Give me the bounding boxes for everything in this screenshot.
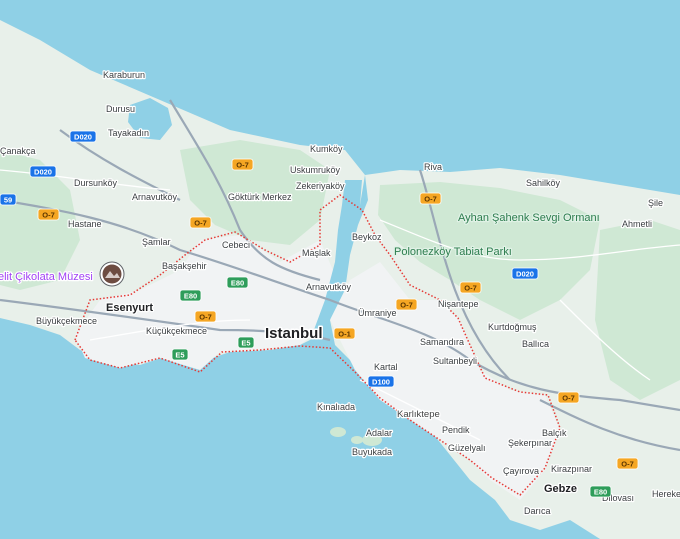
place-label[interactable]: Büyükçekmece [35,315,99,328]
road-shield-label: E80 [184,291,197,300]
place-label[interactable]: Arnavutköy [131,191,179,204]
road-shield-label: D020 [74,132,92,141]
road-shield: O-7 [459,281,482,294]
place-label[interactable]: Küçükçekmece [145,325,209,338]
road-shield: D020 [69,130,97,143]
road-shield-label: O-7 [199,312,212,321]
road-shield: D100 [367,375,395,388]
place-label[interactable]: Şekerpınar [507,437,554,450]
road-shield: O-1 [333,327,356,340]
place-label[interactable]: Kumköy [309,143,345,156]
museum-photo-marker[interactable] [99,261,125,287]
place-label[interactable]: Başakşehir [161,260,208,273]
road-shield: O-7 [557,391,580,404]
park-label-sevgi-ormani[interactable]: Ayhan Şahenk Sevgi Ormanı [457,211,601,226]
place-label[interactable]: Beykoz [351,231,384,244]
road-shield: D020 [29,165,57,178]
place-label[interactable]: Pendik [441,424,472,437]
road-shield: O-7 [395,298,418,311]
place-label[interactable]: Şamlar [141,236,172,249]
place-label[interactable]: Adalar [365,427,394,440]
road-shield: O-7 [616,457,639,470]
place-label[interactable]: Darıca [523,505,552,518]
place-label[interactable]: Kirazpınar [550,463,594,476]
road-shield-label: O-7 [194,218,207,227]
place-label[interactable]: Ahmetli [621,218,654,231]
town-label-esenyurt[interactable]: Esenyurt [105,301,155,316]
road-shield: E80 [589,485,612,498]
road-shield-label: D100 [372,377,390,386]
road-shield-label: O-1 [338,329,351,338]
road-shield-label: 59 [4,195,12,204]
place-label[interactable]: Hastane [67,218,103,231]
road-shield-label: O-7 [42,210,55,219]
place-label[interactable]: Samandıra [419,336,466,349]
road-shield-label: O-7 [236,160,249,169]
place-label[interactable]: Durusu [105,103,137,116]
road-shield-label: O-7 [464,283,477,292]
place-label[interactable]: Cebeci [221,239,252,252]
road-shield-label: E80 [594,487,607,496]
place-label[interactable]: Uskumruköy [289,164,342,177]
road-shield-label: D020 [34,167,52,176]
place-label[interactable]: Nişantepe [437,298,480,311]
road-shield: E5 [237,336,255,349]
place-label[interactable]: Balçık [541,427,569,440]
place-label[interactable]: Hereke [651,488,680,501]
road-shield: E5 [171,348,189,361]
road-shield-label: O-7 [562,393,575,402]
place-label[interactable]: Kurtdoğmuş [487,321,539,334]
place-label[interactable]: Zekeriyaköy [295,180,347,193]
place-label[interactable]: Tayakadın [107,127,151,140]
island-burgazada [351,436,363,444]
place-label[interactable]: Sultanbeyli [432,355,479,368]
place-label[interactable]: Sahilköy [525,177,562,190]
place-label[interactable]: Buyukada [351,446,394,459]
road-shield: O-7 [37,208,60,221]
road-shield: 59 [0,193,17,206]
place-label[interactable]: Karaburun [102,69,147,82]
place-label[interactable]: Şile [647,197,665,210]
district-labels: Karlıktepe [396,408,441,422]
road-shield-label: O-7 [424,194,437,203]
park-label-polonezkoy[interactable]: Polonezköy Tabiat Parkı [393,245,513,260]
road-shield-label: O-7 [400,300,413,309]
place-label[interactable]: Ballıca [521,338,551,351]
place-label[interactable]: Arnavutköy [305,281,353,294]
road-shield: O-7 [419,192,442,205]
road-shield-label: E5 [175,350,184,359]
place-label[interactable]: Riva [423,161,444,174]
place-label[interactable]: Maşlak [301,247,333,260]
road-shield: O-7 [189,216,212,229]
city-label[interactable]: Istanbul [264,324,325,344]
place-label[interactable]: Dursunköy [73,177,119,190]
istanbul-map[interactable]: Karaburun Durusu Tayakadın Çanakça Dursu… [0,0,680,539]
road-shield: E80 [226,276,249,289]
place-label[interactable]: Güzelyalı [447,442,487,455]
road-shield: O-7 [194,310,217,323]
road-shield-label: O-7 [621,459,634,468]
poi-label[interactable]: elit Çikolata Müzesi [0,270,94,285]
road-shield-label: E5 [241,338,250,347]
place-label[interactable]: Kınalıada [316,401,357,414]
town-label-gebze[interactable]: Gebze [543,482,579,497]
road-shield: D020 [511,267,539,280]
road-shield-label: E80 [231,278,244,287]
place-label[interactable]: Çayırova [502,465,541,478]
island-kinaliada [330,427,346,437]
road-shield: O-7 [231,158,254,171]
road-shield: E80 [179,289,202,302]
place-label[interactable]: Kartal [373,361,399,374]
place-label[interactable]: Çanakça [0,145,37,158]
road-shield-label: D020 [516,269,534,278]
district-label[interactable]: Karlıktepe [396,408,441,422]
place-label[interactable]: Göktürk Merkez [227,191,294,204]
place-label[interactable]: Ümraniye [357,307,398,320]
